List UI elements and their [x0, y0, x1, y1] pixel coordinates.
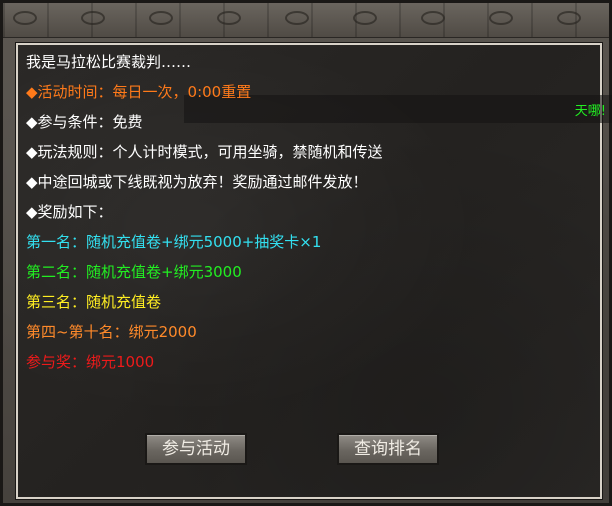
- reward-participation: 参与奖：绑元1000: [26, 353, 155, 371]
- swirl-ornament-icon: [353, 11, 377, 25]
- title-band: [3, 3, 609, 38]
- chat-bubble-text: 天哪!: [574, 104, 606, 119]
- reward-first-place: 第一名：随机充值卷+绑元5000+抽奖卡×1: [26, 233, 322, 251]
- participation-condition-text: ◆参与条件：免费: [26, 113, 143, 131]
- swirl-ornament-icon: [149, 11, 173, 25]
- swirl-ornament-icon: [489, 11, 513, 25]
- swirl-ornament-icon: [421, 11, 445, 25]
- reward-fourth-to-tenth: 第四~第十名：绑元2000: [26, 323, 197, 341]
- quit-warning-text: ◆中途回城或下线既视为放弃！奖励通过邮件发放！: [26, 173, 368, 191]
- npc-intro-text: 我是马拉松比赛裁判……: [26, 53, 192, 71]
- join-event-button[interactable]: 参与活动: [145, 433, 247, 465]
- reward-second-place: 第二名：随机充值卷+绑元3000: [26, 263, 242, 281]
- swirl-ornament-icon: [81, 11, 105, 25]
- swirl-ornament-icon: [13, 11, 37, 25]
- swirl-ornament-icon: [285, 11, 309, 25]
- swirl-ornament-icon: [217, 11, 241, 25]
- swirl-ornament-icon: [557, 11, 581, 25]
- reward-third-place: 第三名：随机充值卷: [26, 293, 162, 311]
- query-ranking-button[interactable]: 查询排名: [337, 433, 439, 465]
- rewards-heading: ◆奖励如下：: [26, 203, 113, 221]
- dialog-window: [0, 0, 612, 506]
- gameplay-rules-text: ◆玩法规则：个人计时模式，可用坐骑，禁随机和传送: [26, 143, 383, 161]
- event-time-text: ◆活动时间：每日一次，0:00重置: [26, 83, 252, 101]
